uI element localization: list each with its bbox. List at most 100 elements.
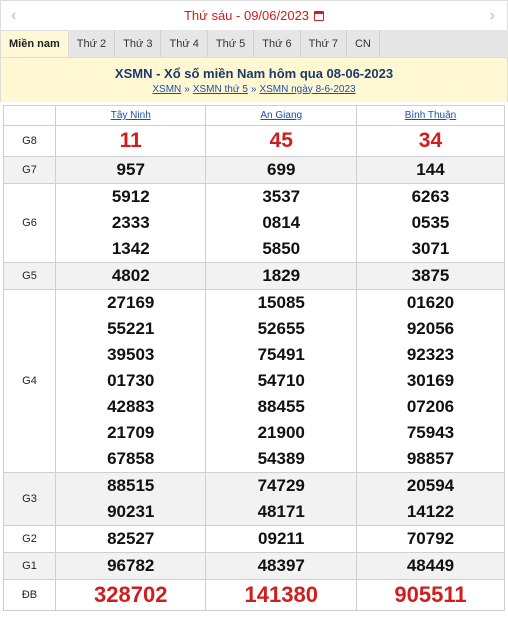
prize-number: 2333: [111, 213, 150, 232]
prize-number: 54710: [257, 371, 305, 390]
prize-label: ĐB: [3, 579, 56, 611]
prize-cell: 45: [205, 125, 357, 157]
prize-number: 82527: [107, 529, 155, 548]
prize-col-header: [3, 105, 56, 126]
prize-number: 1829: [262, 266, 301, 285]
prize-number: 21709: [107, 423, 155, 442]
table-row: ĐB 328702 141380 905511: [3, 579, 506, 611]
tab-thu-5[interactable]: Thứ 5: [208, 30, 255, 57]
date-bar: ‹ Thứ sáu - 09/06/2023 ›: [0, 0, 508, 30]
tab-thu-4[interactable]: Thứ 4: [161, 30, 208, 57]
prize-number: 141380: [244, 582, 318, 607]
table-row: G5 4802 1829 3875: [3, 262, 506, 290]
breadcrumb-separator: »: [250, 83, 257, 95]
prize-number: 328702: [94, 582, 168, 607]
table-header-row: Tây Ninh An Giang Bình Thuận: [3, 105, 506, 126]
prize-cell: 70792: [355, 525, 506, 553]
prize-number: 30169: [406, 371, 455, 390]
prize-number: 42883: [107, 397, 155, 416]
province-header: Tây Ninh: [54, 105, 207, 126]
province-link[interactable]: An Giang: [260, 110, 302, 121]
results-header: XSMN - Xổ số miền Nam hôm qua 08-06-2023…: [0, 58, 508, 102]
prize-cell: 27169 55221 39503 01730 42883 21709 67858: [54, 289, 207, 473]
tab-thu-7[interactable]: Thứ 7: [301, 30, 347, 57]
table-row: G6 5912 2333 1342 3537 0814 5850 6263 0535 3071: [3, 183, 506, 263]
prize-number: 3071: [411, 239, 450, 258]
prize-label: G8: [3, 125, 56, 157]
prize-number: 6263: [411, 187, 450, 206]
next-day-icon[interactable]: ›: [490, 7, 495, 25]
tab-thu-6[interactable]: Thứ 6: [254, 30, 301, 57]
tab-thu-3[interactable]: Thứ 3: [115, 30, 162, 57]
prize-number: 55221: [107, 319, 155, 338]
prize-number: 98857: [406, 449, 455, 468]
prize-cell: 3537 0814 5850: [205, 183, 357, 263]
tab-thu-2[interactable]: Thứ 2: [69, 30, 116, 57]
prize-number: 74729: [257, 476, 305, 495]
prize-number: 3875: [411, 266, 450, 285]
prize-number: 39503: [107, 345, 155, 364]
prize-number: 15085: [257, 293, 305, 312]
prize-number: 957: [116, 160, 145, 179]
tab-mien-nam[interactable]: Miền nam: [0, 30, 69, 57]
prize-cell: 34: [355, 125, 506, 157]
table-row: G8 11 45 34: [3, 125, 506, 157]
prize-cell: 141380: [205, 579, 357, 611]
prize-label: G3: [3, 472, 56, 526]
prize-cell: 01620 92056 92323 30169 07206 75943 98857: [355, 289, 506, 473]
prize-number: 144: [416, 160, 445, 179]
prize-number: 905511: [394, 582, 467, 607]
tab-cn[interactable]: CN: [347, 30, 380, 57]
day-tabs: Miền nam Thứ 2 Thứ 3 Thứ 4 Thứ 5 Thứ 6 T…: [0, 30, 508, 58]
prize-number: 14122: [406, 502, 455, 521]
prize-number: 34: [418, 129, 443, 152]
prize-number: 96782: [107, 556, 155, 575]
table-row: G7 957 699 144: [3, 156, 506, 184]
calendar-icon[interactable]: [314, 10, 325, 21]
prize-number: 75491: [257, 345, 305, 364]
prize-number: 45: [269, 129, 293, 152]
prize-cell: 11: [54, 125, 207, 157]
prize-number: 88455: [257, 397, 305, 416]
page-title: XSMN - Xổ số miền Nam hôm qua 08-06-2023: [114, 65, 394, 81]
prev-day-icon[interactable]: ‹: [11, 7, 16, 25]
prize-number: 0535: [411, 213, 450, 232]
breadcrumb-separator: »: [184, 83, 190, 95]
prize-cell: 09211: [205, 525, 357, 553]
date-selector[interactable]: Thứ sáu - 09/06/2023: [183, 8, 325, 23]
prize-number: 20594: [406, 476, 455, 495]
prize-label: G4: [3, 289, 56, 473]
prize-label: G1: [3, 552, 56, 580]
prize-label: G2: [3, 525, 56, 553]
prize-cell: 48449: [355, 552, 506, 580]
table-row: G2 82527 09211 70792: [3, 525, 506, 553]
prize-cell: 1829: [205, 262, 357, 290]
prize-number: 01730: [107, 371, 155, 390]
province-link[interactable]: Bình Thuận: [405, 110, 457, 121]
prize-number: 21900: [257, 423, 305, 442]
prize-number: 3537: [262, 187, 301, 206]
prize-number: 48449: [406, 556, 455, 575]
prize-cell: 74729 48171: [205, 472, 357, 526]
prize-cell: 3875: [355, 262, 506, 290]
prize-number: 88515: [107, 476, 155, 495]
prize-number: 01620: [406, 293, 455, 312]
breadcrumb-xsmn-date[interactable]: XSMN ngày 8-6-2023: [259, 84, 355, 95]
breadcrumb-xsmn[interactable]: XSMN: [152, 84, 181, 95]
prize-cell: 48397: [205, 552, 357, 580]
breadcrumb: XSMN» XSMN thứ 5» XSMN ngày 8-6-2023: [152, 84, 355, 95]
prize-label: G5: [3, 262, 56, 290]
prize-number: 5912: [111, 187, 150, 206]
breadcrumb-xsmn-thu-5[interactable]: XSMN thứ 5: [193, 84, 248, 95]
province-link[interactable]: Tây Ninh: [111, 110, 151, 121]
prize-number: 1342: [111, 239, 150, 258]
table-row: G3 88515 90231 74729 48171 20594 14122: [3, 472, 506, 526]
prize-number: 4802: [111, 266, 150, 285]
prize-cell: 6263 0535 3071: [355, 183, 506, 263]
prize-cell: 905511: [355, 579, 506, 611]
prize-number: 75943: [406, 423, 455, 442]
prize-number: 07206: [406, 397, 455, 416]
prize-cell: 15085 52655 75491 54710 88455 21900 54389: [205, 289, 357, 473]
prize-cell: 82527: [54, 525, 207, 553]
date-text: Thứ sáu - 09/06/2023: [183, 8, 310, 23]
